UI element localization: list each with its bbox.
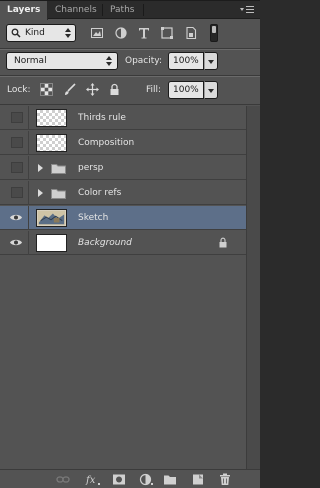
layer-row-selected[interactable]: Sketch — [0, 206, 246, 230]
select-arrows-icon — [65, 27, 71, 39]
lock-icon — [219, 237, 227, 248]
tab-paths[interactable]: Paths — [103, 1, 141, 19]
opacity-label: Opacity: — [125, 56, 162, 66]
fill-input[interactable]: 100% — [168, 81, 204, 99]
layer-name[interactable]: Sketch — [78, 206, 108, 230]
fill-label: Fill: — [146, 85, 162, 95]
folder-icon — [51, 164, 66, 174]
layer-thumbnail — [36, 109, 67, 127]
blend-mode-value: Normal — [14, 56, 47, 66]
new-group-icon[interactable] — [163, 473, 177, 486]
visibility-off-box — [11, 112, 23, 123]
search-icon — [11, 28, 21, 38]
group-name[interactable]: Color refs — [78, 181, 121, 205]
layer-mask-icon[interactable] — [112, 473, 126, 486]
opacity-input[interactable]: 100% — [168, 52, 204, 70]
panel-menu-icon[interactable] — [240, 5, 254, 15]
visibility-off-box — [11, 187, 23, 198]
blend-mode-select[interactable]: Normal — [6, 52, 118, 70]
divider — [0, 76, 260, 77]
visibility-toggle[interactable] — [0, 131, 29, 155]
tab-channels[interactable]: Channels — [48, 1, 104, 19]
layer-name[interactable]: Composition — [78, 131, 134, 155]
lock-image-pixels-icon[interactable] — [63, 83, 76, 96]
adjustment-filter-icon[interactable] — [114, 26, 128, 40]
layer-name[interactable]: Background — [78, 231, 132, 255]
adjustment-layer-icon[interactable] — [139, 473, 153, 486]
panel-tab-bar: Layers Channels Paths — [0, 1, 260, 20]
layer-name[interactable]: Thirds rule — [78, 106, 126, 130]
layer-row[interactable]: Background — [0, 231, 246, 255]
layers-bottom-toolbar: fx — [0, 469, 260, 488]
layer-row[interactable]: Thirds rule — [0, 106, 246, 130]
visibility-toggle[interactable] — [0, 206, 29, 230]
lock-all-icon[interactable] — [108, 83, 121, 96]
filter-toggle-switch[interactable] — [210, 24, 218, 42]
expand-arrow-icon[interactable] — [38, 189, 43, 197]
group-row[interactable]: persp — [0, 156, 246, 180]
expand-arrow-icon[interactable] — [38, 164, 43, 172]
visibility-off-box — [11, 137, 23, 148]
visibility-toggle[interactable] — [0, 181, 29, 205]
folder-icon — [51, 189, 66, 199]
eye-icon — [10, 239, 22, 246]
lock-position-icon[interactable] — [86, 83, 99, 96]
trash-icon[interactable] — [218, 473, 232, 486]
svg-text:fx: fx — [85, 475, 96, 486]
new-layer-icon[interactable] — [191, 473, 205, 486]
type-filter-icon[interactable] — [137, 26, 151, 40]
select-arrows-icon — [106, 55, 112, 67]
layer-thumbnail — [36, 134, 67, 152]
link-layers-icon[interactable] — [56, 473, 70, 486]
lock-label: Lock: — [7, 85, 31, 95]
filter-kind-label: Kind — [25, 28, 45, 38]
group-row[interactable]: Color refs — [0, 181, 246, 205]
image-filter-icon[interactable] — [90, 26, 104, 40]
layer-row[interactable]: Composition — [0, 131, 246, 155]
tab-divider — [143, 4, 144, 16]
layer-thumbnail — [36, 234, 67, 252]
eye-icon — [10, 214, 22, 221]
lock-row: Lock: Fill: 100% — [0, 78, 260, 102]
shape-filter-icon[interactable] — [160, 26, 174, 40]
group-name[interactable]: persp — [78, 156, 103, 180]
fill-dropdown-button[interactable] — [204, 81, 218, 99]
blend-mode-row: Normal Opacity: 100% — [0, 50, 260, 72]
visibility-toggle[interactable] — [0, 156, 29, 180]
fx-icon[interactable]: fx — [85, 473, 101, 486]
opacity-dropdown-button[interactable] — [204, 52, 218, 70]
lock-transparent-pixels-icon[interactable] — [40, 83, 53, 96]
tab-layers[interactable]: Layers — [0, 1, 49, 20]
sketch-thumbnail — [36, 209, 67, 227]
smart-object-filter-icon[interactable] — [184, 26, 198, 40]
visibility-off-box — [11, 162, 23, 173]
layers-panel: Layers Channels Paths Kind Normal Opacit… — [0, 0, 260, 488]
visibility-toggle[interactable] — [0, 106, 29, 130]
divider — [0, 104, 260, 105]
layers-list: Thirds rule Composition persp Color refs — [0, 106, 246, 469]
layer-filter-row: Kind — [0, 21, 260, 47]
layers-scrollbar[interactable] — [246, 106, 260, 469]
filter-kind-select[interactable]: Kind — [6, 24, 76, 42]
visibility-toggle[interactable] — [0, 231, 29, 255]
